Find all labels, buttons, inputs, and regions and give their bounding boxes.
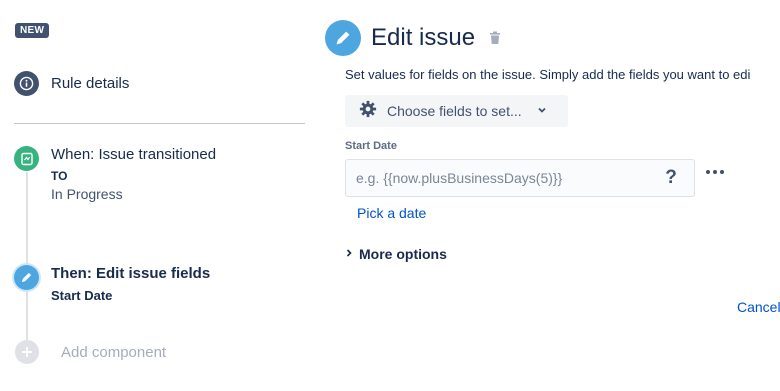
more-options-toggle[interactable]: More options — [345, 245, 447, 263]
info-icon — [14, 71, 39, 96]
pick-date-link[interactable]: Pick a date — [357, 205, 426, 221]
action-step[interactable]: Then: Edit issue fields Start Date — [14, 265, 210, 303]
start-date-field[interactable]: ? — [345, 159, 695, 197]
trigger-title: When: Issue transitioned — [51, 146, 217, 163]
pencil-icon — [14, 265, 39, 290]
pencil-icon — [325, 20, 361, 56]
chevron-right-icon — [345, 245, 353, 263]
choose-fields-button[interactable]: Choose fields to set... — [345, 95, 568, 127]
rule-details-item[interactable]: Rule details — [14, 71, 129, 96]
gear-icon — [359, 100, 377, 123]
start-date-label: Start Date — [345, 140, 397, 152]
rule-details-label: Rule details — [51, 75, 130, 92]
cancel-button[interactable]: Cancel — [737, 299, 780, 315]
add-component-label: Add component — [61, 343, 167, 361]
plus-icon — [15, 340, 39, 364]
trash-icon[interactable] — [489, 31, 501, 50]
new-badge: NEW — [15, 23, 50, 38]
trigger-step[interactable]: When: Issue transitioned TO In Progress — [14, 146, 216, 202]
help-icon[interactable]: ? — [656, 167, 686, 189]
more-options-label: More options — [359, 246, 447, 262]
action-title: Then: Edit issue fields — [51, 265, 211, 282]
trigger-status: In Progress — [51, 186, 123, 202]
panel-title: Edit issue — [371, 24, 476, 51]
choose-fields-label: Choose fields to set... — [387, 103, 522, 119]
chevron-down-icon — [537, 102, 547, 120]
panel-header: Edit issue — [325, 20, 501, 56]
action-field: Start Date — [51, 288, 113, 303]
more-dots-icon[interactable] — [706, 170, 724, 174]
sidebar-divider — [14, 123, 305, 124]
trigger-icon — [14, 146, 39, 171]
trigger-to-label: TO — [51, 169, 68, 183]
start-date-input[interactable] — [346, 160, 656, 196]
add-component-button[interactable]: Add component — [15, 340, 166, 364]
panel-description: Set values for fields on the issue. Simp… — [345, 67, 751, 82]
